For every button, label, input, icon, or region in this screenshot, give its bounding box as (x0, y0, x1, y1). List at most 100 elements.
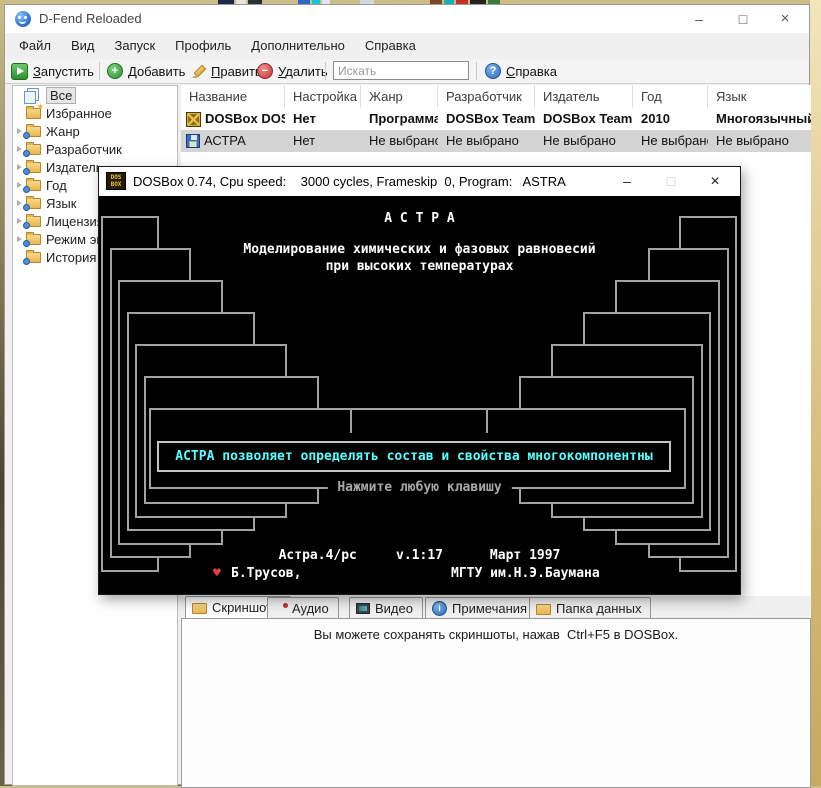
tree-label: Жанр (46, 124, 80, 139)
tree-label: Избранное (46, 106, 112, 121)
folder-icon (25, 178, 42, 192)
window-title: D-Fend Reloaded (39, 5, 142, 33)
desktop-strip-right (810, 0, 821, 786)
floppy-disk-icon (186, 134, 200, 148)
cell-genre: Не выбрано (361, 130, 438, 152)
screenshots-tab-panel: Вы можете сохранять скриншоты, нажав Ctr… (181, 618, 811, 788)
dos-organization: МГТУ им.Н.Э.Баумана (451, 566, 600, 581)
tree-label: История (46, 250, 96, 265)
dosbox-game-icon (186, 112, 201, 127)
menu-file[interactable]: Файл (9, 34, 61, 58)
column-header-year[interactable]: Год (633, 85, 708, 108)
cell-language: Не выбрано (708, 130, 811, 152)
run-button[interactable]: Запустить (11, 59, 94, 83)
dosbox-minimize-button[interactable]: – (611, 167, 643, 196)
edit-label: Править (211, 64, 262, 79)
tab-data-folder[interactable]: Папка данных (529, 597, 651, 618)
column-header-genre[interactable]: Жанр (361, 85, 438, 108)
menu-profile[interactable]: Профиль (165, 34, 241, 58)
search-input[interactable] (333, 61, 469, 80)
cell-genre: Программа (361, 108, 438, 130)
maximize-button[interactable]: □ (727, 5, 759, 33)
column-header-developer[interactable]: Разработчик (438, 85, 535, 108)
folder-icon (25, 142, 42, 156)
menu-run[interactable]: Запуск (105, 34, 166, 58)
sidebar-item-favorites[interactable]: Избранное (13, 104, 177, 122)
heart-icon: ♥ (213, 566, 221, 581)
tab-label: Папка данных (556, 601, 641, 616)
dos-screen: А С Т Р А Моделирование химических и фаз… (99, 196, 740, 594)
cell-config: Нет (285, 130, 361, 152)
folder-icon (25, 160, 42, 174)
dosbox-close-button[interactable]: × (699, 167, 731, 196)
dosbox-window: DOS BOX DOSBox 0.74, Cpu speed: 3000 cyc… (98, 166, 741, 595)
screenshots-hint-text: Вы можете сохранять скриншоты, нажав Ctr… (182, 627, 810, 642)
titlebar: D-Fend Reloaded – □ × (5, 5, 809, 33)
tab-audio[interactable]: Аудио (267, 597, 339, 618)
help-icon: ? (485, 63, 501, 79)
edit-button[interactable]: Править (191, 59, 262, 83)
help-label: Справка (506, 64, 557, 79)
desktop: { "window": { "title": "D-Fend Reloaded"… (0, 0, 821, 786)
dosbox-window-title: DOSBox 0.74, Cpu speed: 3000 cycles, Fra… (133, 167, 566, 196)
column-header-language[interactable]: Язык (708, 85, 811, 108)
delete-label: Удалить (278, 64, 328, 79)
close-button[interactable]: × (769, 5, 801, 33)
favorites-folder-icon (25, 106, 42, 120)
tab-label: Аудио (292, 601, 329, 616)
toolbar-separator (99, 62, 100, 80)
menubar: Файл Вид Запуск Профиль Дополнительно Сп… (5, 33, 809, 59)
tree-label: Год (46, 178, 67, 193)
dosbox-app-icon: DOS BOX (106, 172, 126, 190)
data-folder-icon (536, 603, 551, 614)
cell-config: Нет (285, 108, 361, 130)
folder-icon (25, 124, 42, 138)
all-profiles-icon (25, 88, 42, 102)
dfend-app-icon (15, 11, 31, 27)
folder-icon (25, 196, 42, 210)
dos-author: Б.Трусов, (231, 566, 301, 581)
film-icon (356, 603, 370, 614)
tree-spacer (13, 104, 25, 122)
add-button[interactable]: + Добавить (107, 59, 185, 83)
column-header-config[interactable]: Настройка (285, 85, 361, 108)
tab-video[interactable]: Видео (349, 597, 423, 618)
tab-notes[interactable]: i Примечания (425, 597, 537, 618)
cell-developer: DOSBox Team (438, 108, 535, 130)
tree-label: Лицензия (46, 214, 104, 229)
run-icon (11, 63, 28, 80)
delete-button[interactable]: − Удалить (257, 59, 328, 83)
menu-view[interactable]: Вид (61, 34, 105, 58)
sidebar-item-developer[interactable]: Разработчик (13, 140, 177, 158)
sidebar-item-genre[interactable]: Жанр (13, 122, 177, 140)
dos-program-title: А С Т Р А (99, 211, 740, 226)
cell-publisher: Не выбрано (535, 130, 633, 152)
column-header-name[interactable]: Название (181, 85, 285, 108)
menu-help[interactable]: Справка (355, 34, 426, 58)
minimize-button[interactable]: – (683, 5, 715, 33)
cell-year: 2010 (633, 108, 708, 130)
cell-year: Не выбрано (633, 130, 708, 152)
table-row-astra-selected[interactable]: АСТРА Нет Не выбрано Не выбрано Не выбра… (181, 130, 811, 152)
cell-language: Многоязычный (708, 108, 811, 130)
folder-icon (25, 232, 42, 246)
dos-subtitle-line1: Моделирование химических и фазовых равно… (99, 242, 740, 257)
run-label: Запустить (33, 64, 94, 79)
column-header-publisher[interactable]: Издатель (535, 85, 633, 108)
cell-publisher: DOSBox Team (535, 108, 633, 130)
table-row-dosbox-dos[interactable]: DOSBox DOS Нет Программа DOSBox Team DOS… (181, 108, 811, 130)
list-header: Название Настройка Жанр Разработчик Изда… (181, 85, 811, 108)
tree-label: Издатель (46, 160, 103, 175)
help-button[interactable]: ? Справка (485, 59, 557, 83)
cell-name: DOSBox DOS (181, 108, 285, 130)
delete-icon: − (257, 63, 273, 79)
toolbar-separator (325, 62, 326, 80)
cell-name: АСТРА (181, 130, 285, 152)
dosbox-maximize-button: □ (655, 167, 687, 196)
add-label: Добавить (128, 64, 185, 79)
menu-extras[interactable]: Дополнительно (241, 34, 355, 58)
dos-version-line: Астра.4/pc v.1:17 Март 1997 (99, 548, 740, 563)
dosbox-titlebar[interactable]: DOS BOX DOSBox 0.74, Cpu speed: 3000 cyc… (99, 167, 740, 196)
add-icon: + (107, 63, 123, 79)
tab-label: Видео (375, 601, 413, 616)
